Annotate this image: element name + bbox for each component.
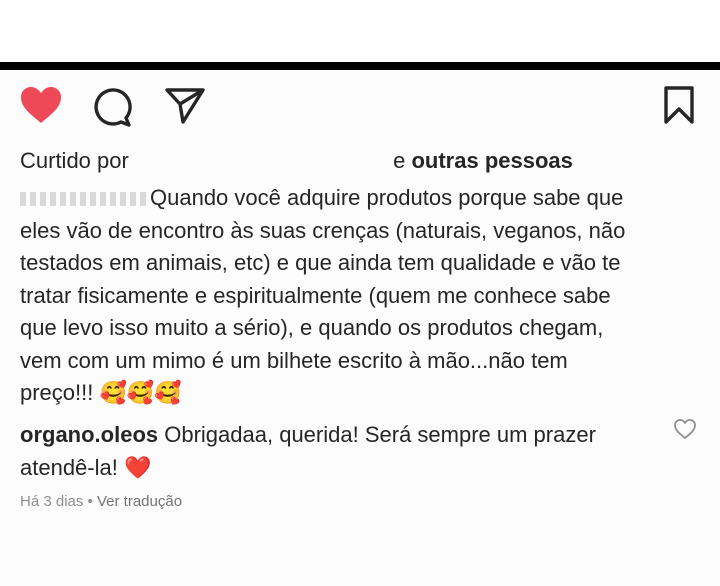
comment-meta: Há 3 dias • Ver tradução bbox=[20, 493, 182, 510]
meta-separator: • bbox=[87, 493, 93, 510]
post-caption: Quando você adquire produtos porque sabe… bbox=[20, 182, 710, 410]
comment-like-button[interactable] bbox=[673, 418, 697, 440]
bookmark-icon bbox=[664, 86, 694, 124]
reply-comment: organo.oleos Obrigadaa, querida! Será se… bbox=[20, 419, 660, 484]
top-divider-bar bbox=[0, 62, 720, 70]
share-button[interactable] bbox=[164, 87, 206, 125]
likes-summary[interactable]: Curtido por e outras pessoas bbox=[20, 146, 573, 176]
save-button[interactable] bbox=[661, 85, 697, 125]
like-button[interactable] bbox=[19, 85, 63, 125]
likes-suffix: e outras pessoas bbox=[393, 146, 573, 176]
likes-prefix: Curtido por bbox=[20, 148, 129, 173]
send-paper-plane-icon bbox=[165, 88, 205, 124]
see-translation-link[interactable]: Ver tradução bbox=[97, 493, 182, 510]
likes-joiner: e bbox=[393, 148, 406, 173]
caption-text: Quando você adquire produtos porque sabe… bbox=[20, 185, 626, 405]
comment-author-link[interactable]: organo.oleos bbox=[20, 422, 158, 447]
red-heart-emoji-icon: ❤️ bbox=[123, 454, 152, 480]
comment-timestamp: Há 3 dias bbox=[20, 493, 84, 510]
comment-bubble-icon bbox=[94, 88, 132, 127]
heart-outline-icon bbox=[674, 419, 696, 439]
comment-button[interactable] bbox=[91, 87, 133, 127]
smiling-hearts-emoji-icon: 🥰🥰🥰 bbox=[99, 380, 182, 405]
heart-filled-icon bbox=[21, 87, 61, 123]
redacted-caption-username[interactable] bbox=[20, 192, 148, 207]
likes-others-link[interactable]: outras pessoas bbox=[411, 148, 572, 173]
